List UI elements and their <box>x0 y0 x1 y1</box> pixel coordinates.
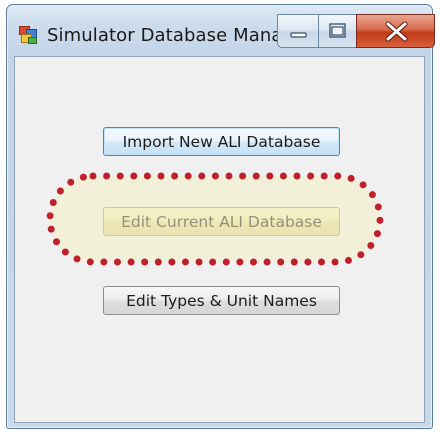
import-new-ali-database-button[interactable]: Import New ALI Database <box>103 127 340 156</box>
close-button[interactable] <box>356 14 435 48</box>
title-bar[interactable]: Simulator Database Mana... <box>7 5 435 55</box>
screen: Simulator Database Mana... Import New AL… <box>0 0 440 433</box>
maximize-button[interactable] <box>318 14 356 48</box>
caption-buttons <box>277 14 435 50</box>
client-area: Import New ALI Database Edit Current ALI… <box>14 56 425 423</box>
close-icon <box>385 21 408 42</box>
app-window: Simulator Database Mana... Import New AL… <box>6 4 435 429</box>
edit-types-unit-names-button[interactable]: Edit Types & Unit Names <box>103 286 340 315</box>
minimize-button[interactable] <box>277 14 318 48</box>
window-title: Simulator Database Mana... <box>47 25 300 46</box>
minimize-icon <box>290 32 307 38</box>
edit-current-ali-database-button[interactable]: Edit Current ALI Database <box>103 207 340 236</box>
app-window-icon[interactable] <box>19 26 37 44</box>
maximize-icon <box>329 23 346 38</box>
